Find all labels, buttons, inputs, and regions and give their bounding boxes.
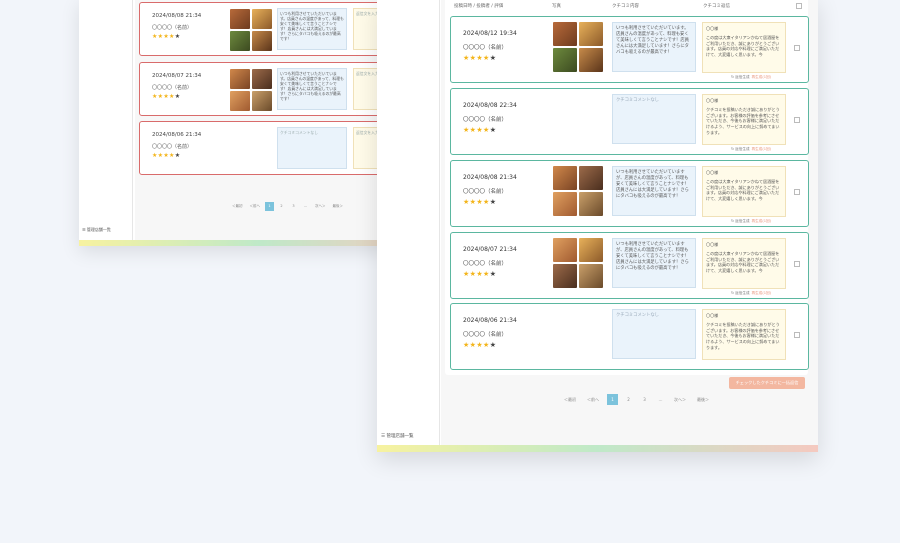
reviewer-name: 〇〇〇〇（名前） bbox=[152, 25, 193, 31]
review-comment: クチコミコメントなし bbox=[277, 127, 347, 169]
reviewer-name: 〇〇〇〇（名前） bbox=[463, 45, 508, 51]
regenerate-link[interactable]: 再生成(1回) bbox=[752, 75, 771, 79]
review-card: 2024/08/12 19:34 〇〇〇〇（名前） ★★★★★ いつも利用させて… bbox=[450, 16, 809, 83]
rating-stars: ★★★★★ bbox=[463, 126, 497, 134]
pager-page-3[interactable]: 3 bbox=[639, 394, 650, 405]
pager-page-2[interactable]: 2 bbox=[277, 202, 286, 211]
review-date: 2024/08/08 22:34 bbox=[463, 102, 517, 109]
back-sidebar-item-stores[interactable]: ☰ 管理店舗一覧 bbox=[82, 227, 111, 233]
pager-page-2[interactable]: 2 bbox=[623, 394, 634, 405]
reviewer-name: 〇〇〇〇（名前） bbox=[152, 144, 193, 150]
reply-generate[interactable]: ↻ 返信生成 再生成(1回) bbox=[731, 291, 771, 296]
front-window: ☰ 管理店舗一覧 投稿日時 / 投稿者 / 評価 写真 クチコミ内容 クチコミ返… bbox=[377, 0, 818, 452]
review-photos[interactable] bbox=[230, 9, 272, 51]
reviewer-name: 〇〇〇〇（名前） bbox=[152, 85, 193, 91]
reply-field[interactable]: 〇〇様 クチコミを投稿いただき誠にありがとうございます。お客様の評価を参考にさせて… bbox=[702, 94, 786, 145]
pager-last[interactable]: 最後＞ bbox=[331, 202, 346, 211]
pager-prev[interactable]: ＜前へ bbox=[584, 394, 602, 405]
review-photos[interactable] bbox=[230, 69, 272, 111]
reply-generate[interactable]: ↻ 返信生成 再生成(1回) bbox=[731, 219, 771, 224]
front-sidebar: ☰ 管理店舗一覧 bbox=[377, 0, 440, 445]
rating-stars: ★★★★★ bbox=[152, 33, 181, 40]
review-date: 2024/08/12 19:34 bbox=[463, 30, 517, 37]
review-date: 2024/08/08 21:34 bbox=[463, 174, 517, 181]
header-photo: 写真 bbox=[552, 4, 561, 9]
reply-generate[interactable]: ↻ 返信生成 再生成(1回) bbox=[731, 147, 771, 152]
refresh-icon: ↻ bbox=[731, 75, 735, 79]
reply-field[interactable]: 〇〇様 この度は大衆イタリアンかねて居酒屋をご利用いただき、誠にありがとうございま… bbox=[702, 238, 786, 289]
header-reply: クチコミ返信 bbox=[703, 4, 730, 9]
review-card: 2024/08/06 21:34 〇〇〇〇（名前） ★★★★★ クチコミコメント… bbox=[450, 303, 809, 370]
gradient-bar bbox=[377, 445, 818, 452]
review-date: 2024/08/06 21:34 bbox=[463, 317, 517, 324]
reviewer-name: 〇〇〇〇（名前） bbox=[463, 117, 508, 123]
bulk-reply-button[interactable]: チェックしたクチコミに一括返信 bbox=[729, 377, 805, 389]
review-checkbox[interactable] bbox=[794, 189, 800, 195]
sidebar-item-stores[interactable]: ☰ 管理店舗一覧 bbox=[381, 433, 413, 439]
header-info: 投稿日時 / 投稿者 / 評価 bbox=[454, 4, 504, 9]
review-card: 2024/08/08 22:34 〇〇〇〇（名前） ★★★★★ クチコミコメント… bbox=[450, 88, 809, 155]
review-date: 2024/08/06 21:34 bbox=[152, 132, 202, 138]
review-comment: いつも利用させていただいています。店員さんの温度があって、料理も安くて美味しくて… bbox=[277, 68, 347, 110]
pager-first[interactable]: ＜最初 bbox=[561, 394, 579, 405]
pager-ellipsis: … bbox=[658, 397, 663, 402]
review-date: 2024/08/08 21:34 bbox=[152, 13, 202, 19]
review-checkbox[interactable] bbox=[794, 117, 800, 123]
reply-field[interactable]: 〇〇様 クチコミを投稿いただき誠にありがとうございます。お客様の評価を参考にさせて… bbox=[702, 309, 786, 360]
reply-generate[interactable]: ↻ 返信生成 再生成(1回) bbox=[731, 75, 771, 80]
pager-next[interactable]: 次へ＞ bbox=[313, 202, 328, 211]
review-date: 2024/08/07 21:34 bbox=[463, 246, 517, 253]
review-card: 2024/08/08 21:34 〇〇〇〇（名前） ★★★★★ いつも利用させて… bbox=[450, 160, 809, 227]
rating-stars: ★★★★★ bbox=[152, 152, 181, 159]
refresh-icon: ↻ bbox=[731, 147, 735, 151]
review-comment: いつも利用させていただいていますが、店員さんの温度があって、料理も安くて美味しく… bbox=[612, 166, 696, 216]
rating-stars: ★★★★★ bbox=[463, 198, 497, 206]
back-pagination: ＜最初 ＜前へ 1 2 3 … 次へ＞ 最後＞ bbox=[230, 202, 345, 211]
regenerate-link[interactable]: 再生成(1回) bbox=[752, 147, 771, 151]
reviewer-name: 〇〇〇〇（名前） bbox=[463, 261, 508, 267]
review-card: 2024/08/07 21:34 〇〇〇〇（名前） ★★★★★ いつも利用させて… bbox=[450, 232, 809, 299]
pager-first[interactable]: ＜最初 bbox=[230, 202, 245, 211]
review-photos[interactable] bbox=[553, 22, 603, 72]
pagination: ＜最初 ＜前へ 1 2 3 … 次へ＞ 最後＞ bbox=[561, 394, 712, 405]
review-comment: いつも利用させていただいています。店員さんの温度があって、料理も安くて美味しくて… bbox=[612, 22, 696, 72]
back-sidebar: ☰ 管理店舗一覧 bbox=[79, 0, 133, 240]
reply-field[interactable]: 〇〇様 この度は大衆イタリアンかねて居酒屋をご利用いただき、誠にありがとうございま… bbox=[702, 22, 786, 73]
review-checkbox[interactable] bbox=[794, 261, 800, 267]
rating-stars: ★★★★★ bbox=[463, 341, 497, 349]
review-comment: クチコミコメントなし bbox=[612, 309, 696, 359]
refresh-icon: ↻ bbox=[731, 291, 735, 295]
reviewer-name: 〇〇〇〇（名前） bbox=[463, 332, 508, 338]
pager-next[interactable]: 次へ＞ bbox=[671, 394, 689, 405]
pager-last[interactable]: 最後＞ bbox=[694, 394, 712, 405]
review-photos[interactable] bbox=[553, 166, 603, 216]
reviewer-name: 〇〇〇〇（名前） bbox=[463, 189, 508, 195]
review-comment: クチコミコメントなし bbox=[612, 94, 696, 144]
reply-field[interactable]: 〇〇様 この度は大衆イタリアンかねて居酒屋をご利用いただき、誠にありがとうございま… bbox=[702, 166, 786, 217]
rating-stars: ★★★★★ bbox=[152, 93, 181, 100]
pager-prev[interactable]: ＜前へ bbox=[248, 202, 263, 211]
rating-stars: ★★★★★ bbox=[463, 270, 497, 278]
refresh-icon: ↻ bbox=[731, 219, 735, 223]
regenerate-link[interactable]: 再生成(1回) bbox=[752, 291, 771, 295]
front-main: 投稿日時 / 投稿者 / 評価 写真 クチコミ内容 クチコミ返信 2024/08… bbox=[441, 0, 818, 445]
review-date: 2024/08/07 21:34 bbox=[152, 73, 202, 79]
header-comment: クチコミ内容 bbox=[612, 4, 639, 9]
regenerate-link[interactable]: 再生成(1回) bbox=[752, 219, 771, 223]
review-checkbox[interactable] bbox=[794, 332, 800, 338]
pager-ellipsis: … bbox=[303, 204, 308, 208]
select-all-checkbox[interactable] bbox=[796, 3, 802, 9]
pager-page-1[interactable]: 1 bbox=[607, 394, 618, 405]
review-checkbox[interactable] bbox=[794, 45, 800, 51]
pager-page-1[interactable]: 1 bbox=[265, 202, 274, 211]
review-comment: いつも利用させていただいています。店員さんの温度があって、料理も安くて美味しくて… bbox=[277, 8, 347, 50]
review-photos[interactable] bbox=[553, 238, 603, 288]
pager-page-3[interactable]: 3 bbox=[289, 202, 298, 211]
review-comment: いつも利用させていただいていますが、店員さんの温度があって、料理も安くて美味しく… bbox=[612, 238, 696, 288]
rating-stars: ★★★★★ bbox=[463, 54, 497, 62]
